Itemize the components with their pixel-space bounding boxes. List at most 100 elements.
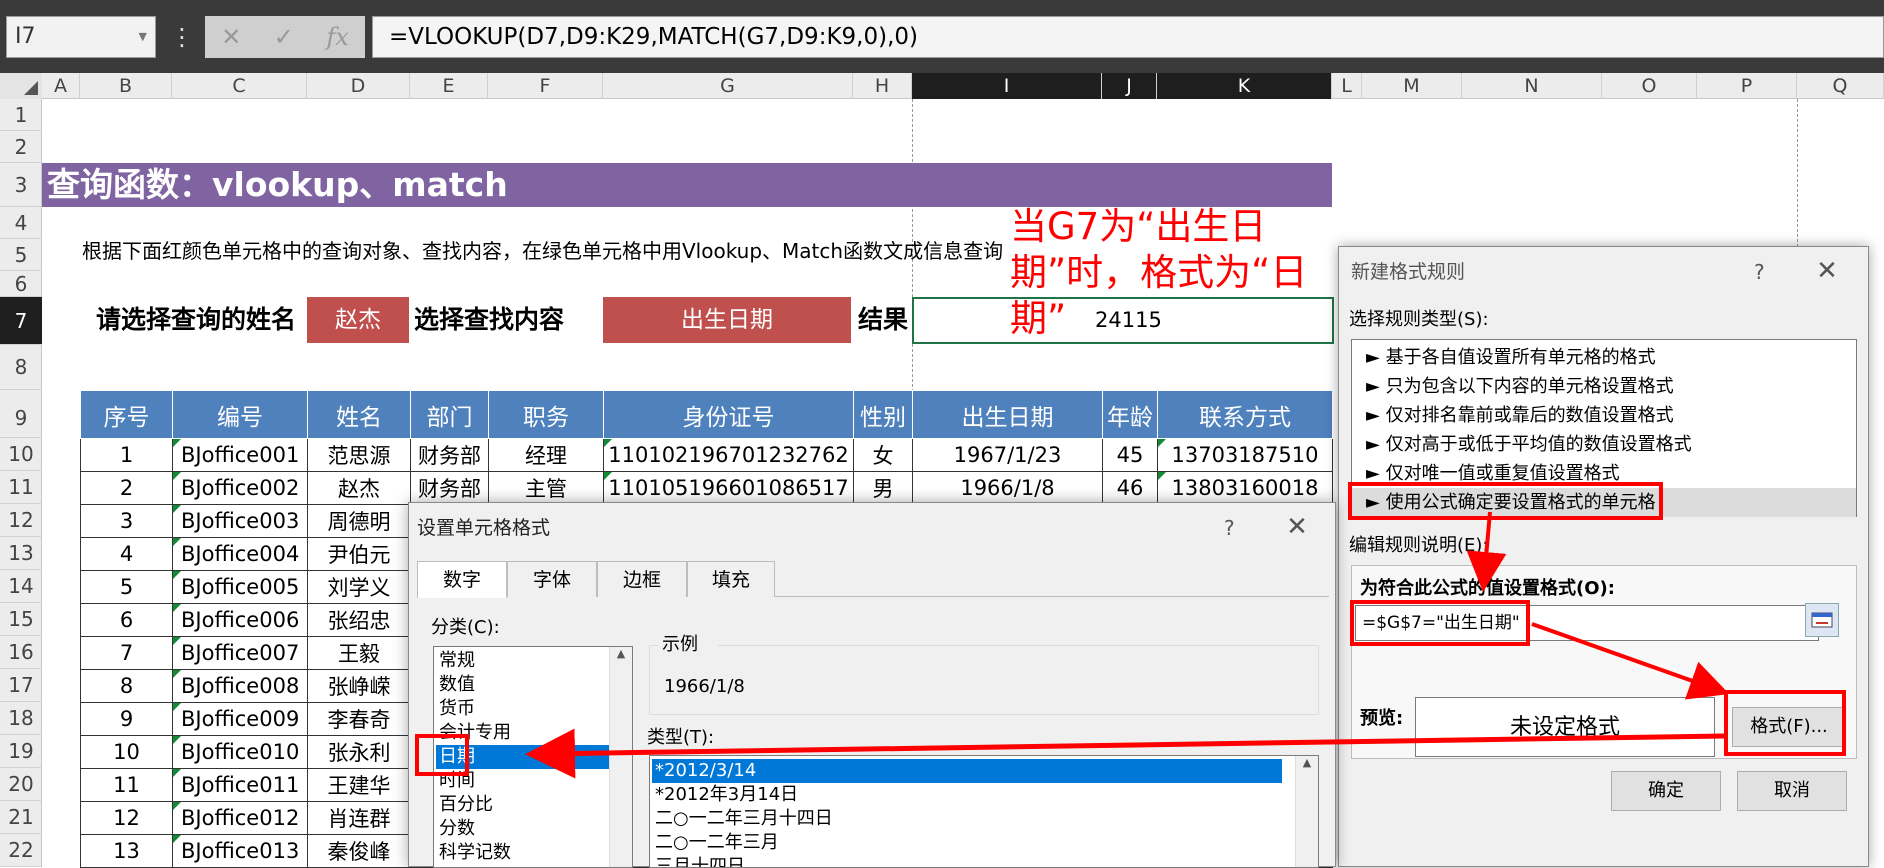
rule-type-item[interactable]: ► 仅对高于或低于平均值的数值设置格式 <box>1352 430 1856 459</box>
table-cell[interactable]: 1966/1/8 <box>912 471 1103 505</box>
column-header-cell[interactable]: 出生日期 <box>912 390 1103 439</box>
collapse-dialog-icon[interactable] <box>1805 603 1839 637</box>
sheet-title[interactable]: 查询函数：vlookup、match <box>42 163 1332 207</box>
enter-icon[interactable]: ✓ <box>274 23 294 51</box>
column-header[interactable]: L <box>1332 73 1362 99</box>
tab-border[interactable]: 边框 <box>597 561 687 597</box>
table-cell[interactable]: 10 <box>80 735 173 769</box>
row-header[interactable]: 10 <box>0 438 42 471</box>
row-header[interactable]: 6 <box>0 271 42 297</box>
table-cell[interactable]: 12 <box>80 801 173 835</box>
table-cell[interactable]: 王毅 <box>307 636 411 670</box>
table-cell[interactable]: 6 <box>80 603 173 637</box>
table-cell[interactable]: 主管 <box>488 471 604 505</box>
type-item-selected[interactable]: *2012/3/14 <box>652 759 1282 783</box>
table-cell[interactable]: BJoffice001 <box>172 438 308 472</box>
row-header[interactable]: 20 <box>0 768 42 801</box>
row-header[interactable]: 21 <box>0 801 42 834</box>
row-header-selected[interactable]: 7 <box>0 297 42 345</box>
row-header[interactable]: 14 <box>0 570 42 603</box>
table-cell[interactable]: 13703187510 <box>1157 438 1333 472</box>
table-cell[interactable]: 张永利 <box>307 735 411 769</box>
table-cell[interactable]: BJoffice004 <box>172 537 308 571</box>
close-icon[interactable]: ✕ <box>1279 511 1315 543</box>
column-header-selected[interactable]: I <box>912 73 1102 99</box>
table-cell[interactable]: BJoffice008 <box>172 669 308 703</box>
instruction-text[interactable]: 根据下面红颜色单元格中的查询对象、查找内容，在绿色单元格中用Vlookup、Ma… <box>82 236 1082 266</box>
tab-fill[interactable]: 填充 <box>687 561 775 597</box>
column-header-cell[interactable]: 身份证号 <box>603 390 854 439</box>
name-input-cell[interactable]: 赵杰 <box>307 297 409 343</box>
table-cell[interactable]: 110102196701232762 <box>603 438 854 472</box>
name-box[interactable]: I7 ▼ <box>6 16 156 58</box>
table-cell[interactable]: BJoffice005 <box>172 570 308 604</box>
table-cell[interactable]: 8 <box>80 669 173 703</box>
find-input-cell[interactable]: 出生日期 <box>603 297 851 343</box>
column-header[interactable]: C <box>172 73 307 99</box>
table-cell[interactable]: 范思源 <box>307 438 411 472</box>
table-cell[interactable]: 刘学义 <box>307 570 411 604</box>
scrollbar[interactable]: ▲ <box>609 647 632 867</box>
table-cell[interactable]: BJoffice009 <box>172 702 308 736</box>
ok-button[interactable]: 确定 <box>1611 771 1721 811</box>
chevron-up-icon[interactable]: ▲ <box>617 647 625 660</box>
column-header-cell[interactable]: 年龄 <box>1102 390 1158 439</box>
formula-input[interactable]: =VLOOKUP(D7,D9:K29,MATCH(G7,D9:K9,0),0) <box>372 16 1884 58</box>
column-header[interactable]: D <box>307 73 410 99</box>
row-header[interactable]: 3 <box>0 163 42 207</box>
tab-number[interactable]: 数字 <box>417 561 507 598</box>
table-cell[interactable]: 王建华 <box>307 768 411 802</box>
help-icon[interactable]: ? <box>1754 257 1784 287</box>
row-header[interactable]: 18 <box>0 702 42 735</box>
row-header[interactable]: 11 <box>0 471 42 504</box>
table-cell[interactable]: BJoffice010 <box>172 735 308 769</box>
type-list[interactable]: *2012/3/14 *2012年3月14日 二○一二年三月十四日 二○一二年三… <box>649 755 1319 868</box>
table-cell[interactable]: BJoffice002 <box>172 471 308 505</box>
column-header-selected[interactable]: K <box>1157 73 1332 99</box>
column-header-cell[interactable]: 部门 <box>410 390 489 439</box>
table-cell[interactable]: 经理 <box>488 438 604 472</box>
column-header[interactable]: N <box>1462 73 1602 99</box>
row-header[interactable]: 17 <box>0 669 42 702</box>
column-header-cell[interactable]: 性别 <box>853 390 913 439</box>
table-cell[interactable]: 女 <box>853 438 913 472</box>
column-header[interactable]: B <box>80 73 172 99</box>
table-cell[interactable]: 财务部 <box>410 471 489 505</box>
column-header-cell[interactable]: 序号 <box>80 390 173 439</box>
rule-type-item[interactable]: ► 仅对排名靠前或靠后的数值设置格式 <box>1352 401 1856 430</box>
row-header[interactable]: 15 <box>0 603 42 636</box>
table-cell[interactable]: BJoffice012 <box>172 801 308 835</box>
column-header[interactable]: H <box>853 73 912 99</box>
row-header[interactable]: 13 <box>0 537 42 570</box>
table-cell[interactable]: 周德明 <box>307 504 411 538</box>
column-header[interactable]: O <box>1602 73 1697 99</box>
rule-type-item[interactable]: ► 只为包含以下内容的单元格设置格式 <box>1352 372 1856 401</box>
table-cell[interactable]: 7 <box>80 636 173 670</box>
row-header[interactable]: 2 <box>0 131 42 163</box>
table-cell[interactable]: 9 <box>80 702 173 736</box>
row-header[interactable]: 5 <box>0 239 42 271</box>
result-label[interactable]: 结果 <box>858 297 918 343</box>
tab-font[interactable]: 字体 <box>507 561 597 597</box>
chevron-down-icon[interactable]: ▼ <box>139 17 147 57</box>
table-cell[interactable]: 45 <box>1102 438 1158 472</box>
table-cell[interactable]: 110105196601086517 <box>603 471 854 505</box>
row-header[interactable]: 8 <box>0 345 42 390</box>
rule-type-item[interactable]: ► 基于各自值设置所有单元格的格式 <box>1352 343 1856 372</box>
column-header-cell[interactable]: 编号 <box>172 390 308 439</box>
type-item[interactable]: 二○一二年三月十四日 <box>652 807 1282 831</box>
help-icon[interactable]: ? <box>1224 513 1254 543</box>
cancel-icon[interactable]: ✕ <box>221 23 241 51</box>
table-cell[interactable]: 李春奇 <box>307 702 411 736</box>
table-cell[interactable]: 2 <box>80 471 173 505</box>
table-cell[interactable]: 肖连群 <box>307 801 411 835</box>
category-item[interactable]: 百分比 <box>436 793 610 817</box>
table-cell[interactable]: 1 <box>80 438 173 472</box>
column-header[interactable]: G <box>603 73 853 99</box>
table-cell[interactable]: 男 <box>853 471 913 505</box>
type-item[interactable]: 三月十四日 <box>652 855 1282 867</box>
row-header[interactable]: 19 <box>0 735 42 768</box>
table-cell[interactable]: 张绍忠 <box>307 603 411 637</box>
chevron-up-icon[interactable]: ▲ <box>1303 756 1311 769</box>
scrollbar[interactable]: ▲ <box>1295 756 1318 867</box>
